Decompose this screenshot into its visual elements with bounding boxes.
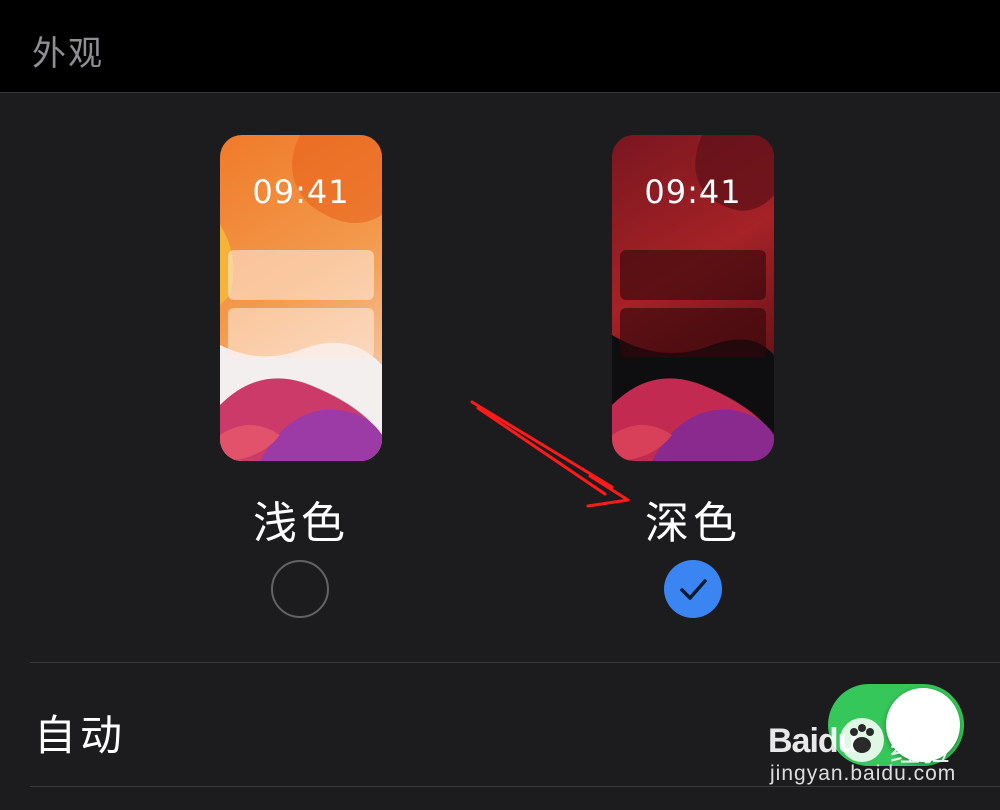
header-bar: 外观 — [0, 0, 1000, 92]
preview-clock: 09:41 — [252, 173, 350, 211]
light-mode-preview[interactable]: 09:41 — [220, 135, 382, 461]
dark-mode-label: 深色 — [645, 498, 741, 549]
preview-notification — [228, 250, 374, 300]
preview-notification — [620, 308, 766, 358]
dark-mode-preview[interactable]: 09:41 — [612, 135, 774, 461]
preview-notification — [228, 308, 374, 358]
baidu-watermark: Baidu 经验 jingyan.baidu.com — [768, 712, 1000, 802]
light-mode-label: 浅色 — [253, 498, 349, 549]
preview-notification — [620, 250, 766, 300]
checkmark-icon — [680, 579, 707, 600]
paw-logo-icon — [840, 718, 884, 762]
preview-clock: 09:41 — [644, 173, 742, 211]
row-divider — [30, 662, 1000, 663]
light-mode-radio[interactable] — [271, 560, 329, 618]
auto-label: 自动 — [34, 711, 127, 760]
section-title: 外观 — [32, 34, 104, 74]
watermark-url: jingyan.baidu.com — [770, 762, 957, 785]
dark-mode-radio[interactable] — [664, 560, 722, 618]
